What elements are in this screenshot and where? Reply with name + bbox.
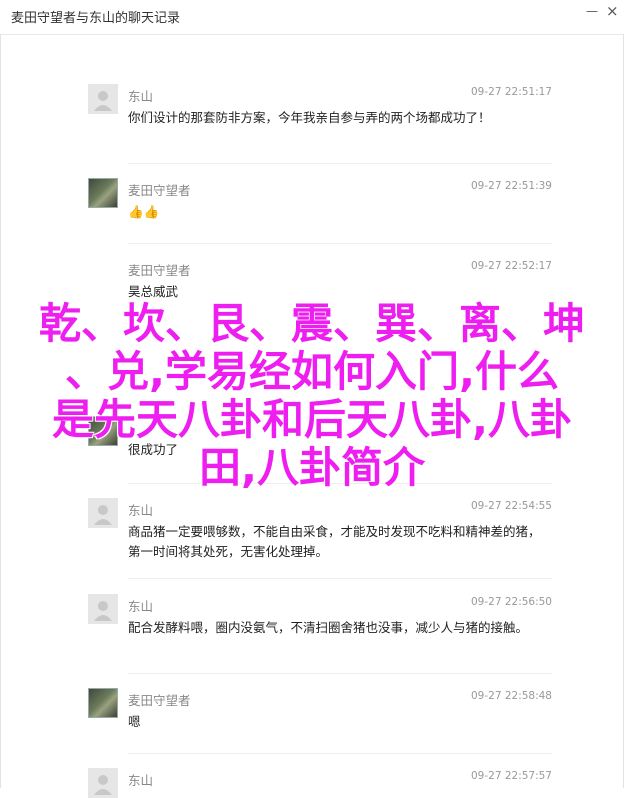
message-item: 东山 09-27 22:57:57 [88,768,552,798]
divider [128,163,552,164]
sender-name: 东山 [128,773,154,788]
message-item: 东山 09-27 22:54:55 商品猪一定要喂够数，不能自由采食，才能及时发… [88,498,552,578]
message-text: 你们设计的那套防非方案，今年我亲自参与弄的两个场都成功了！ [128,110,491,125]
sender-name: 麦田守望者 [128,183,191,198]
timestamp: 09-27 22:57:57 [470,770,552,782]
avatar [88,688,118,718]
timestamp: 09-27 22:51:39 [470,180,552,192]
message-item: 麦田守望者 09-27 22:51:39 👍👍 [88,178,552,228]
message-text: 商品猪一定要喂够数，不能自由采食，才能及时发现不吃料和精神差的猪，第一时间将其处… [128,524,541,559]
sender-name: 东山 [128,599,154,614]
divider [128,673,552,674]
sender-name: 麦田守望者 [128,693,191,708]
message-item: 东山 09-27 22:56:50 配合发酵料喂，圈内没氨气，不清扫圈舍猪也没事… [88,594,552,674]
message-item: 麦田守望者 09-27 22:52:17 昊总威武 [88,258,552,302]
message-text: 👍👍 [128,204,160,219]
timestamp: 09-27 22:58:48 [470,690,552,702]
sender-name: 东山 [128,503,154,518]
avatar [88,594,118,624]
timestamp: 09-27 22:54:55 [470,500,552,512]
avatar [88,84,118,114]
overlay-headline: 乾、坎、艮、震、巽、离、坤 、兑,学易经如何入门,什么 是先天八卦和后天八卦,八… [0,300,624,492]
message-text: 嗯 [128,714,141,729]
avatar [88,768,118,798]
avatar [88,498,118,528]
title-bar: 麦田守望者与东山的聊天记录 — × [0,0,624,35]
divider [128,243,552,244]
window-title: 麦田守望者与东山的聊天记录 [11,11,181,26]
divider [128,578,552,579]
divider [128,753,552,754]
overlay-line: 是先天八卦和后天八卦,八卦 [52,395,572,444]
overlay-line: 田,八卦简介 [199,443,425,492]
message-item: 麦田守望者 09-27 22:58:48 嗯 [88,688,552,738]
minimize-button[interactable]: — [586,4,598,18]
timestamp: 09-27 22:51:17 [470,86,552,98]
sender-name: 麦田守望者 [128,263,191,278]
avatar [88,178,118,208]
sender-name: 东山 [128,89,154,104]
timestamp: 09-27 22:56:50 [470,596,552,608]
close-button[interactable]: × [606,2,619,20]
message-item: 东山 09-27 22:51:17 你们设计的那套防非方案，今年我亲自参与弄的两… [88,84,552,154]
message-text: 配合发酵料喂，圈内没氨气，不清扫圈舍猪也没事，减少人与猪的接触。 [128,620,529,635]
timestamp: 09-27 22:52:17 [470,260,552,272]
overlay-line: 、兑,学易经如何入门,什么 [65,347,559,396]
overlay-line: 乾、坎、艮、震、巽、离、坤 [38,299,585,348]
